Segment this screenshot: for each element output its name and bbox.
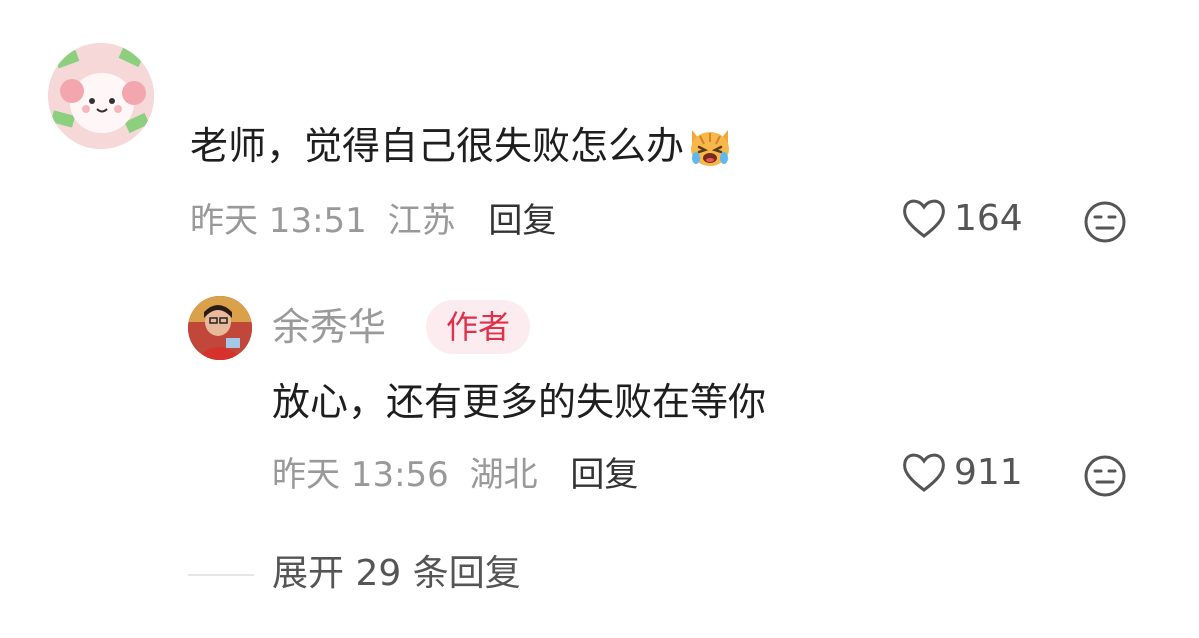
comment-like-count: 164 [954, 197, 1023, 239]
reply-body: 放心，还有更多的失败在等你 [272, 380, 767, 424]
comment-time: 昨天 13:51 [190, 201, 367, 241]
reply-dislike-button[interactable] [1083, 454, 1127, 502]
comment-location: 江苏 [387, 201, 456, 241]
comment-meta: 昨天 13:51 江苏 回复 [190, 198, 556, 244]
author-name[interactable]: 余秀华 [272, 304, 386, 350]
meh-face-icon [1084, 201, 1126, 243]
meh-face-icon [1084, 455, 1126, 497]
reply-meta: 昨天 13:56 湖北 回复 [272, 452, 638, 498]
crying-cat-emoji-icon [686, 122, 734, 170]
expand-replies-button[interactable]: 展开 29 条回复 [272, 550, 521, 598]
reply-like-count: 911 [954, 451, 1023, 493]
comment-body: 老师，觉得自己很失败怎么办 [190, 118, 734, 174]
commenter-avatar[interactable] [48, 43, 154, 149]
expand-divider [188, 574, 254, 576]
reply-reply-button[interactable]: 回复 [570, 455, 638, 495]
reply-time: 昨天 13:56 [272, 455, 449, 495]
author-badge: 作者 [426, 300, 531, 354]
reply-location: 湖北 [469, 455, 538, 495]
reply-like-button[interactable]: 911 [900, 450, 1023, 494]
heart-icon [903, 199, 945, 238]
comment-text: 老师，觉得自己很失败怎么办 [190, 124, 685, 168]
comment-reply-button[interactable]: 回复 [488, 201, 556, 241]
comment-dislike-button[interactable] [1083, 200, 1127, 248]
author-avatar[interactable] [188, 296, 252, 360]
heart-icon [903, 453, 945, 492]
comment-like-button[interactable]: 164 [900, 196, 1023, 240]
